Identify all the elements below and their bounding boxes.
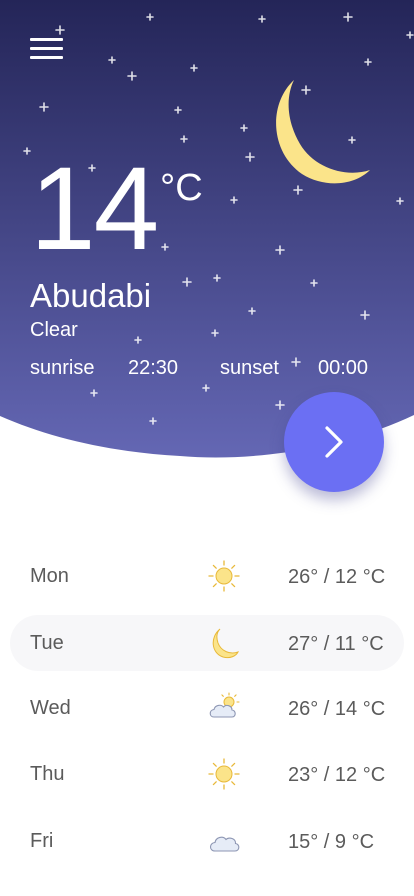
forecast-row-fri[interactable]: Fri 15° / 9 °C (10, 813, 404, 869)
forecast-row-mon[interactable]: Mon 26° / 12 °C (10, 548, 404, 604)
moon-icon (212, 628, 240, 659)
forecast-row-tue[interactable]: Tue 27° / 11 °C (10, 615, 404, 671)
sun-icon (208, 758, 240, 790)
weather-condition: Clear (30, 319, 78, 341)
weather-screen: 14 °C Abudabi Clear sunrise 22:30 sunset… (0, 0, 414, 896)
crescent-moon-icon (276, 80, 370, 184)
day-temperature-range: 23° / 12 °C (288, 764, 386, 786)
city-name: Abudabi (30, 277, 152, 314)
day-name: Fri (30, 830, 54, 852)
day-temperature-range: 26° / 12 °C (288, 566, 386, 588)
partly-cloudy-icon (209, 692, 240, 718)
sunset-time: 00:00 (318, 357, 369, 379)
day-name: Thu (30, 763, 65, 785)
day-temperature-range: 27° / 11 °C (288, 633, 384, 655)
day-name: Tue (30, 632, 64, 654)
sun-icon (208, 560, 240, 592)
day-temperature-range: 26° / 14 °C (288, 698, 386, 720)
temperature-unit: °C (160, 167, 203, 209)
forecast-row-thu[interactable]: Thu 23° / 12 °C (10, 746, 404, 802)
current-temperature: 14 (30, 143, 159, 275)
sunset-label: sunset (220, 357, 279, 379)
day-name: Wed (30, 697, 71, 719)
forecast-row-wed[interactable]: Wed 26° / 14 °C (10, 680, 404, 736)
cloud-icon (209, 836, 240, 852)
sunrise-time: 22:30 (128, 357, 179, 379)
next-button[interactable] (284, 392, 384, 492)
day-name: Mon (30, 565, 69, 587)
menu-button[interactable] (28, 34, 66, 64)
sunrise-label: sunrise (30, 357, 95, 379)
chevron-right-icon (325, 426, 343, 458)
day-temperature-range: 15° / 9 °C (288, 831, 375, 853)
